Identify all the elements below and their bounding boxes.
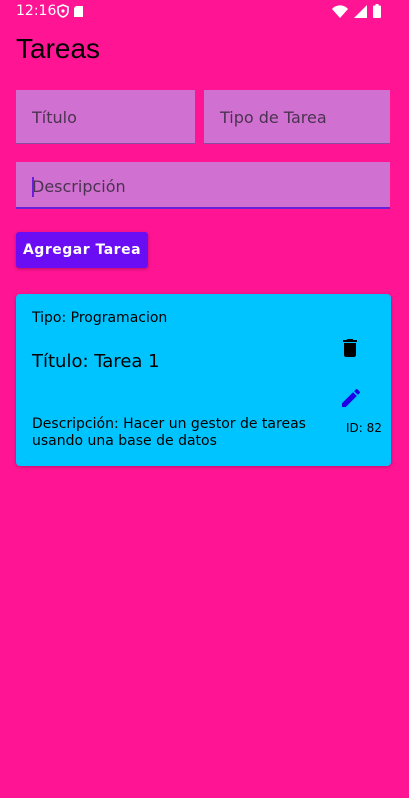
wifi-icon: [332, 4, 348, 18]
signal-icon: [354, 4, 367, 18]
shield-icon: [57, 4, 69, 18]
add-task-button[interactable]: Agregar Tarea: [16, 232, 148, 268]
task-title-label: Título: Tarea 1: [32, 351, 160, 372]
title-input[interactable]: Título: [16, 90, 195, 144]
battery-icon: [373, 4, 381, 18]
task-type-input[interactable]: Tipo de Tarea: [204, 90, 390, 144]
delete-task-button[interactable]: [338, 336, 362, 360]
description-input-placeholder: Descripción: [32, 177, 126, 196]
status-right-icons: [332, 4, 381, 18]
task-description-label: Descripción: Hacer un gestor de tareas u…: [32, 416, 306, 449]
title-input-placeholder: Título: [32, 108, 77, 127]
task-type-label: Tipo: Programacion: [32, 310, 168, 326]
sd-card-icon: [73, 5, 84, 18]
task-id-label: ID: 82: [346, 421, 382, 435]
pencil-icon: [342, 388, 361, 407]
trash-icon: [343, 339, 357, 357]
text-cursor: [32, 177, 34, 197]
task-card: Tipo: Programacion Título: Tarea 1 Descr…: [16, 294, 391, 466]
edit-task-button[interactable]: [339, 386, 363, 410]
task-type-input-placeholder: Tipo de Tarea: [220, 108, 327, 127]
status-left-icons: [57, 4, 84, 18]
page-title: Tareas: [16, 33, 101, 64]
status-bar: 12:16: [0, 0, 409, 24]
description-input[interactable]: Descripción: [16, 162, 390, 209]
status-time: 12:16: [16, 3, 57, 19]
